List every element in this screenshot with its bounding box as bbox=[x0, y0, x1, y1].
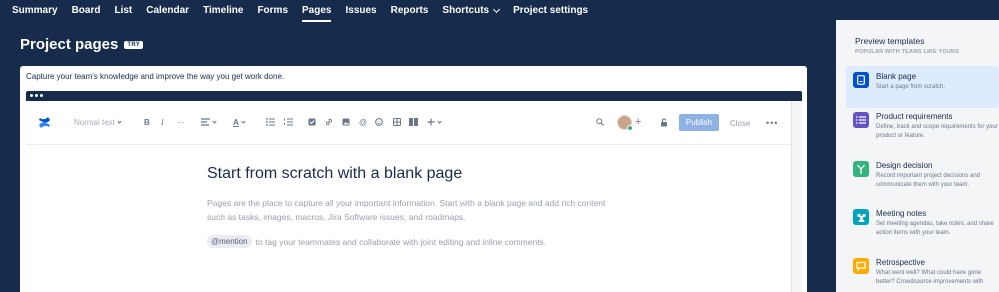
pages-preview-card: Capture your team's knowledge and improv… bbox=[20, 66, 807, 292]
template-meeting-notes[interactable]: Meeting notes Set meeting agendas, take … bbox=[846, 203, 999, 245]
editor-toolbar: Normal text B I ··· A @ + Publish Close … bbox=[26, 101, 792, 145]
close-button[interactable]: Close bbox=[730, 119, 750, 128]
chat-icon bbox=[853, 258, 869, 274]
list-icon bbox=[853, 112, 869, 128]
text-style-select[interactable]: Normal text bbox=[74, 118, 122, 127]
mention-line-text: to tag your teammates and collaborate wi… bbox=[255, 236, 547, 247]
bullet-list-icon[interactable] bbox=[266, 118, 275, 126]
nav-shortcuts[interactable]: Shortcuts bbox=[442, 0, 501, 22]
people-icon bbox=[853, 209, 869, 225]
nav-forms[interactable]: Forms bbox=[257, 0, 288, 22]
editor-preview: Normal text B I ··· A @ + Publish Close … bbox=[26, 101, 802, 292]
template-title: Design decision bbox=[876, 161, 933, 170]
nav-calendar[interactable]: Calendar bbox=[146, 0, 189, 22]
mention-chip: @mention bbox=[207, 235, 252, 248]
align-icon[interactable] bbox=[201, 118, 217, 126]
panel-title: Preview templates bbox=[855, 36, 925, 46]
try-badge: TRY bbox=[124, 40, 144, 49]
window-dots-icon bbox=[30, 94, 43, 97]
more-actions-icon[interactable]: ••• bbox=[766, 118, 778, 128]
intro-text: Capture your team's knowledge and improv… bbox=[26, 72, 285, 81]
mention-icon[interactable]: @ bbox=[359, 118, 367, 127]
content-title: Start from scratch with a blank page bbox=[207, 165, 463, 182]
invite-plus-icon[interactable]: + bbox=[635, 116, 641, 128]
page-title: Project pages TRY bbox=[20, 36, 144, 53]
template-desc: Record important project decisions and c… bbox=[876, 173, 981, 188]
text-color-icon[interactable]: A bbox=[233, 118, 246, 127]
mention-line: @mention to tag your teammates and colla… bbox=[207, 235, 546, 248]
browser-frame-bar bbox=[26, 91, 802, 101]
template-title: Meeting notes bbox=[876, 209, 927, 218]
chevron-down-icon bbox=[493, 5, 501, 14]
template-title: Retrospective bbox=[876, 258, 925, 267]
nav-pages[interactable]: Pages bbox=[302, 0, 332, 22]
templates-panel: Preview templates POPULAR WITH TEAMS LIK… bbox=[836, 20, 999, 292]
template-retrospective[interactable]: Retrospective What went well? What could… bbox=[846, 252, 999, 292]
page-icon bbox=[853, 72, 869, 88]
numbered-list-icon[interactable] bbox=[284, 118, 293, 126]
layout-icon[interactable] bbox=[409, 118, 418, 126]
template-title: Product requirements bbox=[876, 112, 953, 121]
restrictions-lock-icon[interactable] bbox=[660, 118, 669, 127]
content-paragraph: Pages are the place to capture all your … bbox=[207, 198, 606, 222]
search-icon[interactable] bbox=[596, 118, 604, 126]
template-desc: What went well? What could have gone bet… bbox=[876, 270, 984, 285]
panel-subtitle: POPULAR WITH TEAMS LIKE YOURS bbox=[855, 49, 960, 55]
nav-summary[interactable]: Summary bbox=[12, 0, 58, 22]
template-desc: Define, track and scope requirements for… bbox=[876, 124, 998, 139]
fork-icon bbox=[853, 161, 869, 177]
chevron-down-icon bbox=[117, 119, 122, 124]
emoji-icon[interactable] bbox=[375, 118, 383, 126]
italic-icon[interactable]: I bbox=[161, 118, 164, 127]
more-formatting-icon[interactable]: ··· bbox=[177, 118, 185, 127]
template-title: Blank page bbox=[876, 72, 917, 81]
image-icon[interactable] bbox=[342, 118, 350, 126]
online-status-icon bbox=[627, 125, 633, 131]
table-icon[interactable] bbox=[393, 118, 401, 126]
nav-board[interactable]: Board bbox=[72, 0, 101, 22]
confluence-logo-icon bbox=[39, 117, 50, 128]
template-desc: Start a page from scratch. bbox=[876, 84, 946, 90]
task-icon[interactable] bbox=[308, 118, 316, 126]
template-design-decision[interactable]: Design decision Record important project… bbox=[846, 155, 999, 197]
nav-timeline[interactable]: Timeline bbox=[203, 0, 243, 22]
bold-icon[interactable]: B bbox=[144, 118, 150, 127]
template-desc: Set meeting agendas, take notes, and sha… bbox=[876, 221, 994, 236]
nav-shortcuts-label: Shortcuts bbox=[442, 5, 490, 16]
template-product-requirements[interactable]: Product requirements Define, track and s… bbox=[846, 106, 999, 148]
publish-button[interactable]: Publish bbox=[679, 114, 719, 131]
text-style-label: Normal text bbox=[74, 118, 115, 127]
page-title-text: Project pages bbox=[20, 36, 119, 53]
project-nav: Summary Board List Calendar Timeline For… bbox=[0, 0, 836, 22]
nav-project-settings[interactable]: Project settings bbox=[513, 0, 588, 22]
insert-icon[interactable] bbox=[427, 118, 442, 126]
nav-issues[interactable]: Issues bbox=[345, 0, 376, 22]
nav-reports[interactable]: Reports bbox=[391, 0, 429, 22]
nav-list[interactable]: List bbox=[114, 0, 132, 22]
link-icon[interactable] bbox=[325, 118, 333, 126]
template-blank-page[interactable]: Blank page Start a page from scratch. bbox=[846, 66, 999, 108]
